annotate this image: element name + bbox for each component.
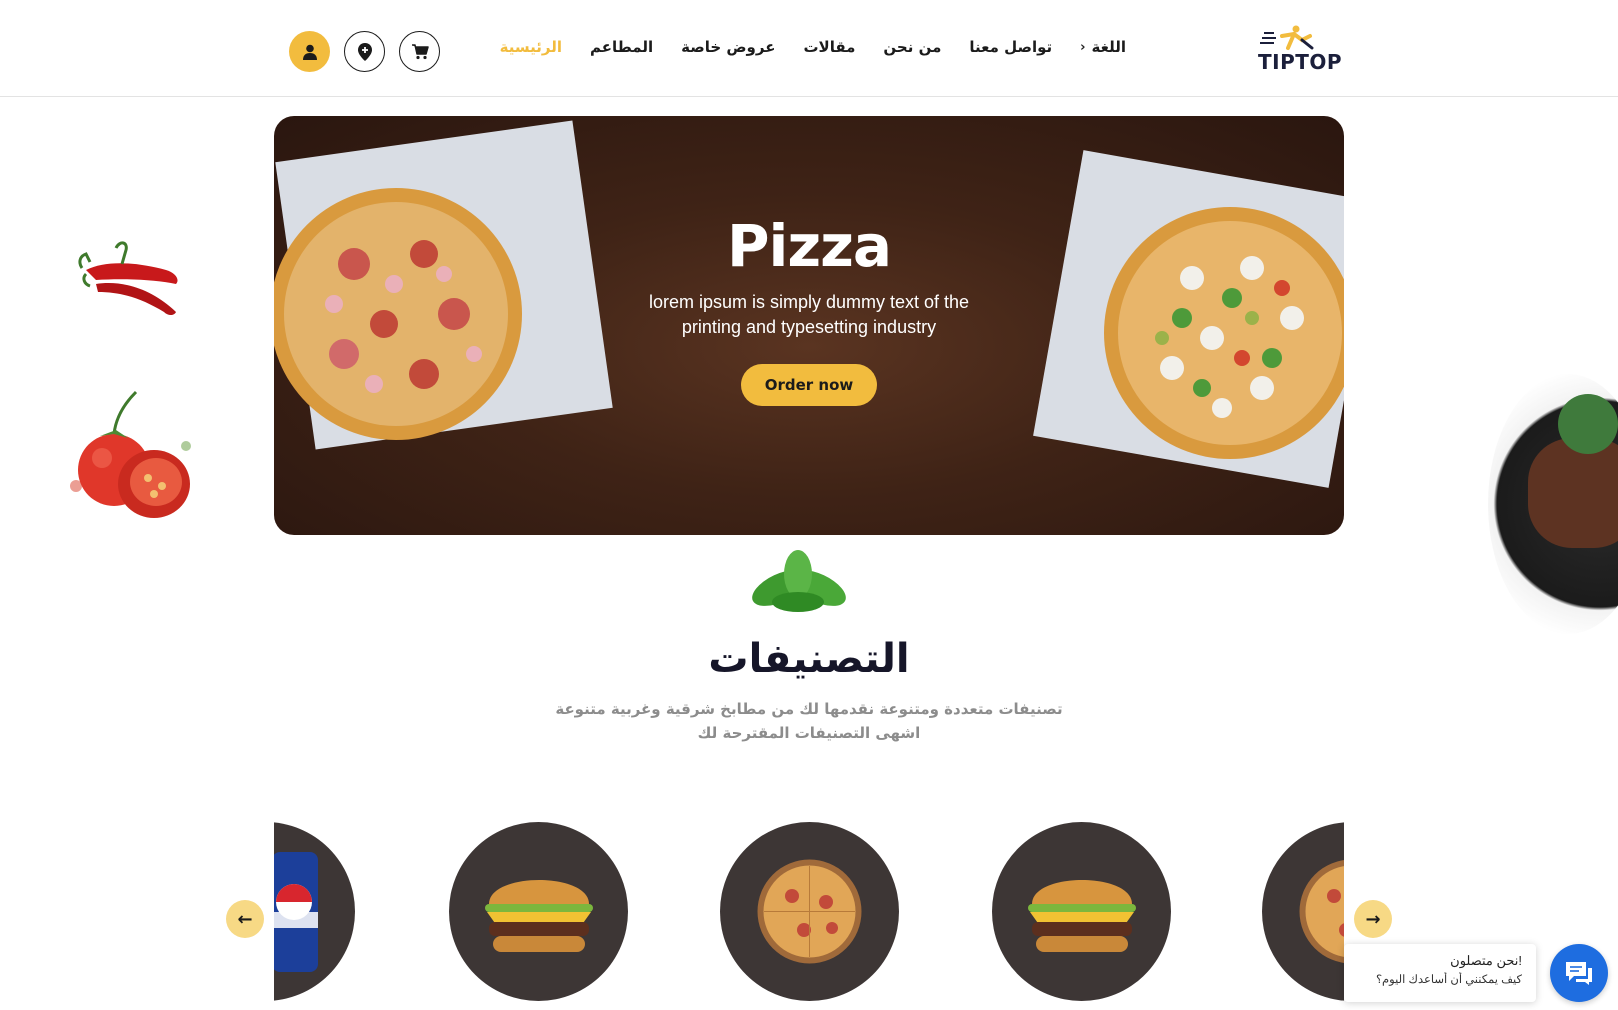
chat-title: !نحن متصلون xyxy=(1450,953,1522,968)
chevron-left-icon: ‹ xyxy=(1080,39,1086,55)
chat-bubble-icon xyxy=(1566,962,1592,985)
carousel-next-button[interactable]: → xyxy=(1354,900,1392,938)
tomato-image xyxy=(70,390,191,518)
burger-icon xyxy=(1028,880,1136,952)
category-drinks[interactable] xyxy=(274,822,355,1001)
categories-desc-line2: اشهى التصنيفات المقترحة لك xyxy=(697,724,921,742)
site-header: TIPTOP الرئيسية المطاعم عروض خاصة مقالات… xyxy=(0,0,1618,97)
hero-subtitle-line2: printing and typesetting industry xyxy=(681,317,937,337)
nav-language-dropdown[interactable]: اللغة ‹ xyxy=(1080,38,1126,56)
arrow-left-icon: ← xyxy=(237,908,253,930)
burger-icon xyxy=(485,880,593,952)
nav-contact[interactable]: تواصل معنا xyxy=(969,38,1052,56)
nav-articles[interactable]: مقالات xyxy=(803,38,855,56)
logo-wordmark: TIPTOP xyxy=(1258,50,1343,74)
steak-bowl-image xyxy=(1488,374,1618,634)
pizza-icon xyxy=(1299,860,1344,963)
cart-button[interactable] xyxy=(399,31,440,72)
user-account-button[interactable] xyxy=(289,31,330,72)
chat-launcher-button[interactable] xyxy=(1550,944,1608,1002)
categories-carousel xyxy=(274,822,1344,1010)
carousel-prev-button[interactable]: ← xyxy=(226,900,264,938)
category-pizza[interactable] xyxy=(720,822,899,1001)
hero-subtitle-line1: lorem ipsum is simply dummy text of the xyxy=(648,292,970,312)
location-pin-icon xyxy=(357,42,372,61)
nav-home[interactable]: الرئيسية xyxy=(500,38,562,56)
nav-restaurants[interactable]: المطاعم xyxy=(590,38,653,56)
categories-description: تصنيفات متعددة ومتنوعة نقدمها لك من مطاب… xyxy=(0,697,1618,745)
tiptop-logo[interactable]: TIPTOP xyxy=(1258,22,1342,74)
chili-peppers-image xyxy=(78,241,178,315)
categories-desc-line1: تصنيفات متعددة ومتنوعة نقدمها لك من مطاب… xyxy=(555,700,1063,718)
user-icon xyxy=(302,44,317,60)
basil-leaves-image xyxy=(752,550,846,612)
category-burgers[interactable] xyxy=(449,822,628,1001)
main-nav: الرئيسية المطاعم عروض خاصة مقالات من نحن… xyxy=(500,38,1126,56)
order-now-button[interactable]: Order now xyxy=(741,364,877,406)
cart-icon xyxy=(411,43,429,59)
nav-language-label: اللغة xyxy=(1091,38,1126,56)
nav-about[interactable]: من نحن xyxy=(883,38,941,56)
chat-subtitle: كيف يمكنني أن أساعدك اليوم؟ xyxy=(1375,974,1522,986)
category-burgers[interactable] xyxy=(992,822,1171,1001)
categories-title: التصنيفات xyxy=(708,636,910,682)
location-button[interactable] xyxy=(344,31,385,72)
hero-title: Pizza xyxy=(726,212,892,280)
chat-greeting-popup[interactable]: !نحن متصلون كيف يمكنني أن أساعدك اليوم؟ xyxy=(1344,944,1536,1002)
hero-subtitle: lorem ipsum is simply dummy text of the … xyxy=(609,290,1009,340)
nav-special-offers[interactable]: عروض خاصة xyxy=(681,38,775,56)
hero-banner: Pizza lorem ipsum is simply dummy text o… xyxy=(274,116,1344,535)
arrow-right-icon: → xyxy=(1365,908,1381,930)
pepsi-can-icon xyxy=(274,852,318,972)
pizza-icon xyxy=(757,859,862,964)
category-pizza[interactable] xyxy=(1262,822,1344,1001)
